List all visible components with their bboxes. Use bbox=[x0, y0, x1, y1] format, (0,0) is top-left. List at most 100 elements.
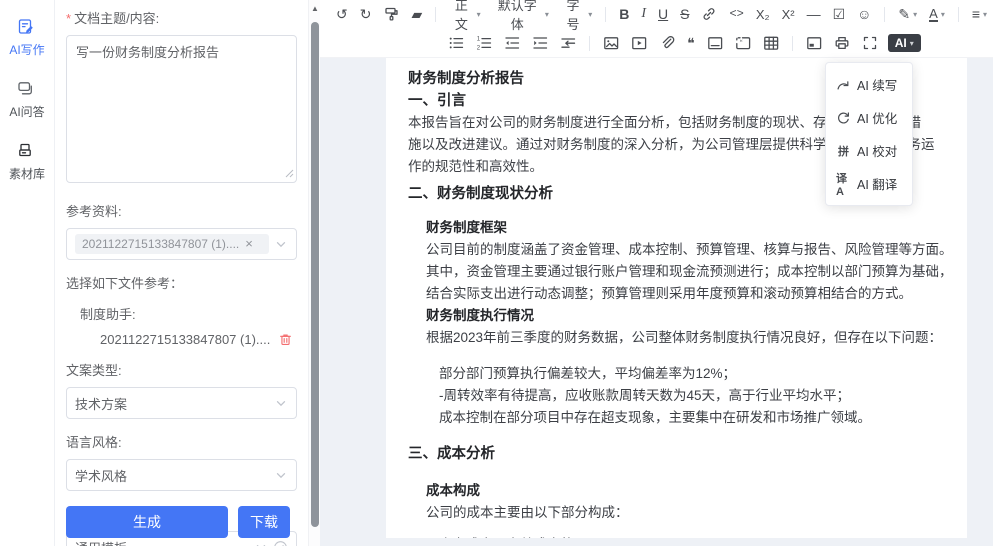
bullet-list-icon[interactable] bbox=[444, 33, 468, 53]
align-icon[interactable]: ≡▾ bbox=[968, 4, 991, 24]
tag-close-icon[interactable]: × bbox=[245, 239, 253, 249]
document-line: 人力成本：占总成本的35%； bbox=[439, 534, 951, 538]
document-line: 根据2023年前三季度的财务数据，公司整体财务制度执行情况良好，但存在以下问题： bbox=[426, 327, 951, 349]
menu-item-label: AI 优化 bbox=[857, 108, 897, 127]
code-block-icon[interactable]: “ bbox=[731, 33, 755, 53]
subscript-icon[interactable]: X₂ bbox=[752, 5, 774, 24]
reference-file-name: 2021122715133847807 (1).... bbox=[100, 332, 278, 347]
sidebar-item-label: AI问答 bbox=[9, 103, 44, 120]
nav-sidebar: AI写作 AI问答素材库 bbox=[0, 0, 55, 546]
indent-icon[interactable] bbox=[528, 33, 552, 53]
italic-button[interactable]: I bbox=[637, 4, 650, 24]
document-line: 三、成本分析 bbox=[408, 443, 951, 465]
app-window: AI写作AI问答素材库 *文档主题/内容: 写一份财务制度分析报告 参考资料: … bbox=[0, 0, 993, 546]
video-icon[interactable] bbox=[627, 33, 651, 53]
clear-format-eraser-icon[interactable]: ▰ bbox=[407, 4, 426, 24]
inline-code-icon[interactable]: <> bbox=[725, 5, 747, 23]
font-size-select[interactable]: 字号▾ bbox=[557, 0, 596, 35]
document-line: 财务制度执行情况 bbox=[426, 305, 951, 327]
menu-item-ai-proofread[interactable]: 拼 AI 校对 bbox=[826, 134, 912, 167]
redo-icon[interactable]: ↻ bbox=[356, 4, 376, 24]
delete-file-trash-icon[interactable] bbox=[278, 332, 293, 347]
reference-tag[interactable]: 2021122715133847807 (1)....× bbox=[75, 234, 269, 254]
toolbar-separator bbox=[884, 7, 885, 22]
copy-type-select[interactable]: 技术方案 bbox=[66, 387, 297, 419]
menu-item-ai-translate-icon: 译A bbox=[836, 176, 851, 191]
svg-text:“: “ bbox=[739, 39, 742, 47]
highlight-pen-icon[interactable]: ✎▾ bbox=[894, 4, 921, 24]
toolbar-separator bbox=[589, 36, 590, 51]
check-circle-icon bbox=[273, 540, 288, 546]
sidebar-item-label: 素材库 bbox=[9, 165, 45, 182]
editor-toolbar: ↺↻ ▰ 正文▾默认字体▾字号▾ BIUS <> X₂X²—☑☺ ✎▾A▾ ≡▾ 12 ❝ “ AI… bbox=[320, 0, 993, 58]
attachment-icon[interactable] bbox=[655, 33, 679, 53]
sidebar-item-ai-writing[interactable]: AI写作 bbox=[0, 18, 54, 58]
outdent-icon[interactable] bbox=[500, 33, 524, 53]
document-line: 公司的成本主要由以下部分构成： bbox=[426, 502, 951, 524]
image-icon[interactable] bbox=[599, 33, 623, 53]
menu-item-ai-proofread-icon: 拼 bbox=[836, 143, 851, 158]
download-button[interactable]: 下载 bbox=[238, 506, 290, 538]
copy-type-label: 文案类型: bbox=[66, 360, 297, 379]
bold-button[interactable]: B bbox=[615, 4, 633, 24]
assistant-label: 制度助手: bbox=[80, 304, 297, 323]
reference-file-row: 2021122715133847807 (1).... bbox=[100, 332, 297, 347]
reference-label: 参考资料: bbox=[66, 201, 297, 220]
ordered-list-icon[interactable]: 12 bbox=[472, 33, 496, 53]
resize-grip-icon[interactable] bbox=[285, 165, 294, 183]
toolbar-separator bbox=[958, 7, 959, 22]
menu-item-label: AI 校对 bbox=[857, 141, 897, 160]
fullscreen-icon[interactable] bbox=[858, 33, 882, 53]
sidebar-item-label: AI写作 bbox=[9, 41, 44, 58]
print-icon[interactable] bbox=[830, 33, 854, 53]
toolbar-separator bbox=[435, 7, 436, 22]
paragraph-style-select[interactable]: 正文▾ bbox=[445, 0, 484, 35]
library-icon bbox=[17, 142, 37, 162]
topic-textarea[interactable]: 写一份财务制度分析报告 bbox=[66, 35, 297, 183]
sidebar-item-material-library[interactable]: 素材库 bbox=[0, 142, 54, 182]
document-line: 公司目前的制度涵盖了资金管理、成本控制、预算管理、核算与报告、风险管理等方面。 bbox=[426, 239, 951, 261]
horizontal-rule-icon[interactable]: — bbox=[803, 4, 825, 24]
font-color-icon[interactable]: A▾ bbox=[925, 5, 949, 24]
superscript-icon[interactable]: X² bbox=[778, 5, 799, 24]
style-select[interactable]: 学术风格 bbox=[66, 459, 297, 491]
document-line: 财务制度框架 bbox=[426, 217, 951, 239]
font-family-select[interactable]: 默认字体▾ bbox=[489, 0, 553, 35]
card-block-icon[interactable] bbox=[802, 33, 826, 53]
menu-item-ai-optimize[interactable]: AI 优化 bbox=[826, 101, 912, 134]
menu-item-label: AI 翻译 bbox=[857, 174, 897, 193]
toolbar-separator bbox=[605, 7, 606, 22]
undo-icon[interactable]: ↺ bbox=[332, 4, 352, 24]
document-line: 结合实际支出进行动态调整；预算管理则采用年度预算和滚动预算相结合的方式。 bbox=[426, 283, 951, 305]
format-painter-icon[interactable] bbox=[379, 4, 403, 24]
chevron-down-icon bbox=[254, 540, 268, 546]
task-list-icon[interactable]: ☑ bbox=[829, 4, 850, 24]
chat-icon bbox=[17, 80, 37, 100]
generate-button[interactable]: 生成 bbox=[66, 506, 228, 538]
menu-item-ai-translate[interactable]: 译A AI 翻译 bbox=[826, 167, 912, 200]
ai-menu-button[interactable]: AI▾ bbox=[888, 34, 921, 52]
topic-label: *文档主题/内容: bbox=[66, 8, 297, 27]
link-icon[interactable] bbox=[697, 4, 721, 24]
svg-text:1: 1 bbox=[477, 37, 481, 43]
divider-block-icon[interactable] bbox=[703, 33, 727, 53]
style-label: 语言风格: bbox=[66, 432, 297, 451]
emoji-icon[interactable]: ☺ bbox=[853, 4, 875, 24]
chevron-down-icon bbox=[274, 468, 288, 482]
scrollbar-thumb[interactable] bbox=[311, 22, 319, 527]
document-line: -周转效率有待提高，应收账款周转天数为45天，高于行业平均水平； bbox=[439, 385, 951, 407]
blockquote-icon[interactable]: ❝ bbox=[683, 33, 699, 53]
menu-item-ai-continue[interactable]: AI 续写 bbox=[826, 68, 912, 101]
underline-button[interactable]: U bbox=[654, 4, 672, 24]
document-line: 其中，资金管理主要通过银行账户管理和现金流预测进行；成本控制以部门预算为基础， bbox=[426, 261, 951, 283]
sidebar-item-ai-qa[interactable]: AI问答 bbox=[0, 80, 54, 120]
scroll-up-arrow-icon[interactable]: ▲ bbox=[310, 4, 320, 13]
document-line: 成本构成 bbox=[426, 480, 951, 502]
table-icon[interactable] bbox=[759, 33, 783, 53]
editor-area: ↺↻ ▰ 正文▾默认字体▾字号▾ BIUS <> X₂X²—☑☺ ✎▾A▾ ≡▾ 12 ❝ “ AI… bbox=[320, 0, 993, 546]
toolbar-separator bbox=[792, 36, 793, 51]
strikethrough-button[interactable]: S bbox=[676, 4, 693, 24]
line-break-icon[interactable] bbox=[556, 33, 580, 53]
refresh-icon-icon bbox=[836, 110, 851, 125]
reference-select[interactable]: 2021122715133847807 (1)....× bbox=[66, 228, 297, 260]
